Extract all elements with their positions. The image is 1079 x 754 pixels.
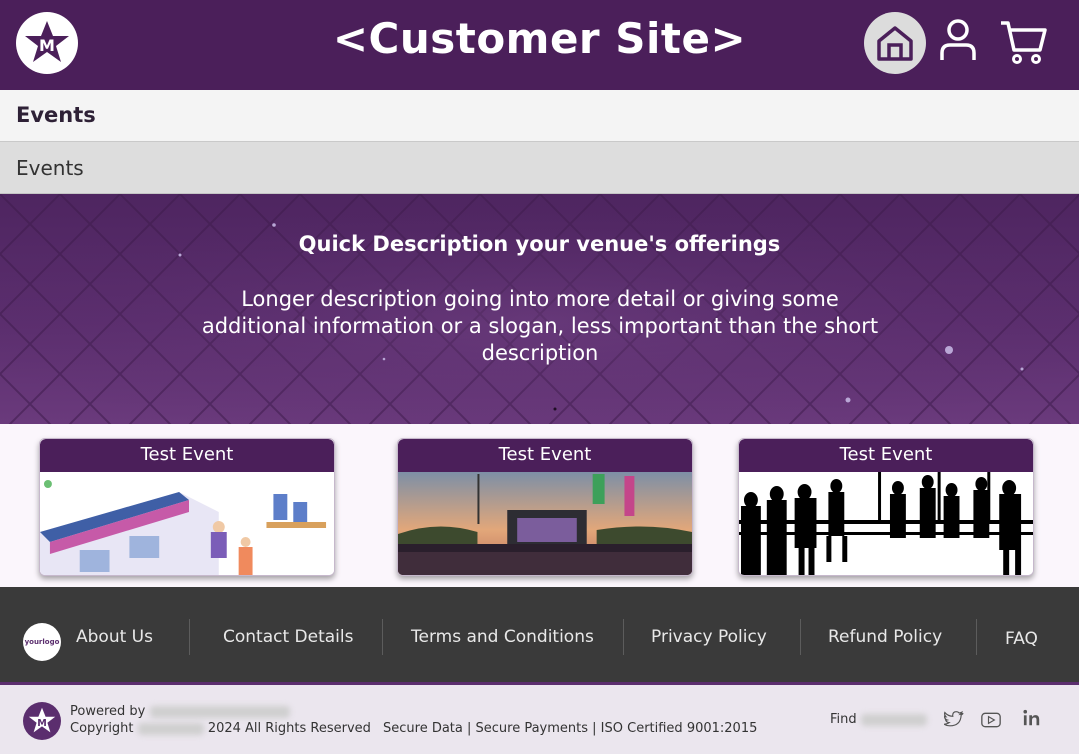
find-us-text: Find (830, 712, 927, 727)
star-m-logo-icon: M (28, 707, 56, 733)
ticket-counter-image (40, 472, 334, 575)
footer-divider (189, 619, 190, 655)
hero-banner: Quick Description your venue's offerings… (0, 194, 1079, 424)
footer-link-refund-policy[interactable]: Refund Policy (828, 627, 942, 647)
copyright-label: Copyright (70, 721, 134, 736)
hero-title: Quick Description your venue's offerings (298, 232, 781, 256)
copyright-text: Copyright 2024 All Rights Reserved (70, 721, 371, 736)
hero-description: Longer description going into more detai… (201, 287, 879, 365)
svg-text:M: M (37, 718, 47, 729)
breadcrumb: Events (0, 142, 1079, 194)
event-title: Test Event (40, 439, 334, 472)
footer-link-faq[interactable]: FAQ (1005, 629, 1038, 649)
footer-divider (623, 619, 624, 655)
home-button[interactable] (864, 12, 926, 74)
youtube-icon (981, 712, 1001, 728)
security-text: Secure Data | Secure Payments | ISO Cert… (383, 721, 758, 736)
cart-button[interactable] (996, 14, 1050, 68)
footer-logo[interactable]: yourlogo (23, 623, 61, 661)
powered-by-logo: M (23, 702, 61, 740)
user-icon (940, 19, 976, 60)
redacted-find-name (860, 713, 927, 726)
footer-logo-text: yourlogo (24, 638, 60, 646)
event-title: Test Event (398, 439, 692, 472)
footer-link-terms[interactable]: Terms and Conditions (411, 627, 594, 647)
linkedin-link[interactable] (1021, 707, 1043, 729)
concert-crowd-image (398, 472, 692, 575)
find-label: Find (830, 712, 857, 727)
silhouette-crowd-image (739, 472, 1033, 575)
bottom-bar: M Powered by Copyright 2024 All Rights R… (0, 685, 1079, 754)
page-heading-bar: Events (0, 90, 1079, 142)
event-card[interactable]: Test Event (738, 438, 1034, 576)
site-footer: yourlogo About Us Contact Details Terms … (0, 587, 1079, 685)
cart-icon (1001, 21, 1047, 64)
linkedin-icon (1023, 709, 1040, 726)
footer-divider (976, 619, 977, 655)
event-title: Test Event (739, 439, 1033, 472)
page-heading: Events (16, 103, 96, 127)
breadcrumb-item[interactable]: Events (16, 156, 84, 180)
twitter-icon (944, 711, 964, 727)
powered-by-label: Powered by (70, 704, 146, 719)
youtube-link[interactable] (980, 709, 1002, 731)
home-icon (877, 26, 913, 61)
footer-divider (382, 619, 383, 655)
redacted-copyright-name (137, 722, 204, 735)
footer-divider (800, 619, 801, 655)
powered-by-text: Powered by (70, 704, 290, 719)
footer-link-privacy-policy[interactable]: Privacy Policy (651, 627, 767, 647)
account-button[interactable] (934, 16, 982, 64)
event-card[interactable]: Test Event (39, 438, 335, 576)
redacted-company-name (149, 705, 290, 718)
footer-link-contact-details[interactable]: Contact Details (223, 627, 353, 647)
events-list: Test Event Test Event Test Event (0, 424, 1079, 587)
site-header: M <Customer Site> (0, 0, 1079, 90)
event-card[interactable]: Test Event (397, 438, 693, 576)
footer-link-about-us[interactable]: About Us (76, 627, 153, 647)
twitter-link[interactable] (943, 709, 965, 731)
copyright-rights: 2024 All Rights Reserved (207, 721, 371, 736)
